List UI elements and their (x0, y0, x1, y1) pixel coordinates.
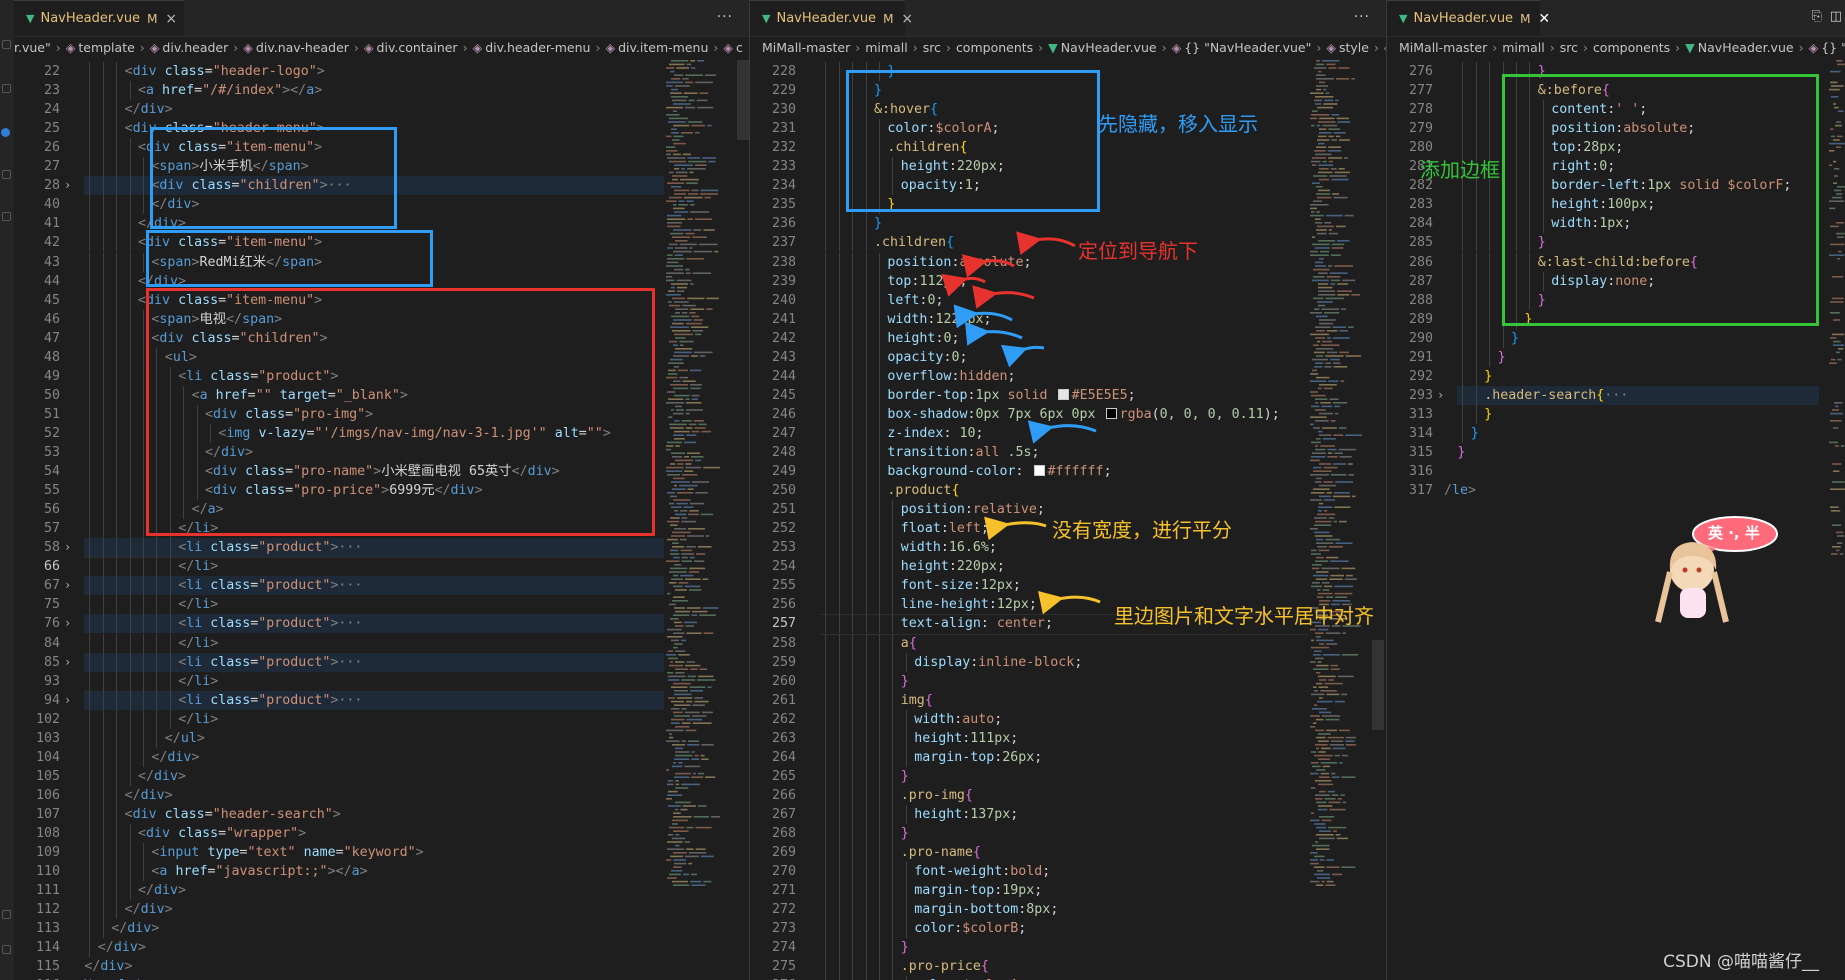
arrow-blue (953, 304, 1097, 444)
mascot-bubble-text: 英 ·, 半 (1708, 524, 1760, 542)
mascot-sticker: 英 ·, 半 (1640, 512, 1790, 632)
annotation-arrows (941, 231, 1101, 615)
watermark: CSDN @喵喵酱仔__ (1663, 952, 1819, 972)
arrow-yellow (984, 516, 1101, 615)
arrow-red (941, 231, 1076, 309)
